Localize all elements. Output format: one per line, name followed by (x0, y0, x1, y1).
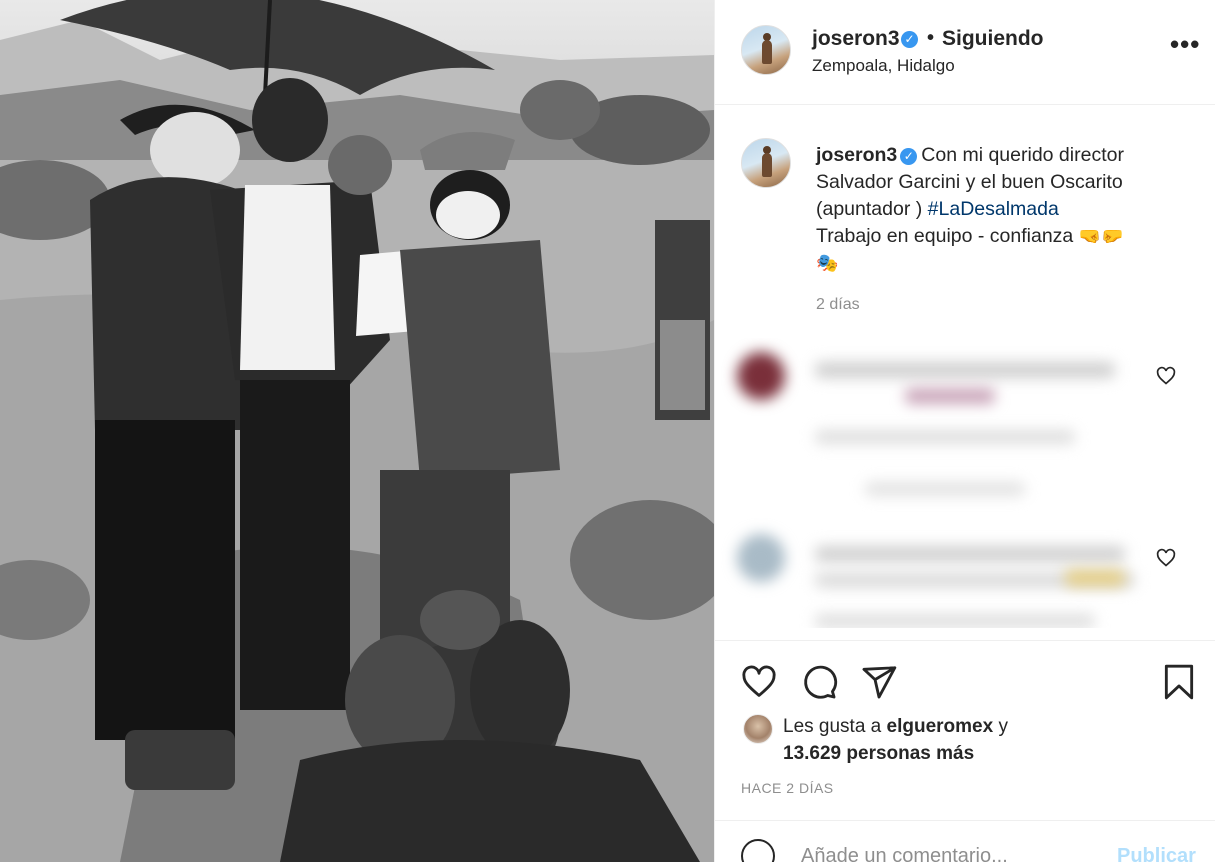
comment-replies-blurred (865, 482, 1025, 496)
more-options-icon[interactable]: ••• (1170, 31, 1200, 57)
verified-badge-icon: ✓ (900, 148, 918, 165)
comment-emoji-blurred (1065, 570, 1125, 586)
masks-emoji: 🎭 (816, 253, 839, 274)
header-separator: • (927, 27, 935, 49)
comment-avatar[interactable] (737, 352, 785, 400)
caption-author-avatar[interactable] (741, 138, 791, 188)
author-username[interactable]: joseron3 (812, 27, 900, 51)
post-location[interactable]: Zempoala, Hidalgo (812, 56, 955, 76)
verified-badge-icon: ✓ (901, 31, 918, 48)
post-header: joseron3 ✓ • Siguiendo Zempoala, Hidalgo… (715, 0, 1215, 105)
comment-meta-blurred (815, 614, 1095, 628)
comment-text-blurred (815, 362, 1115, 378)
post-timestamp[interactable]: HACE 2 DÍAS (741, 780, 834, 796)
caption-hashtag[interactable]: #LaDesalmada (928, 198, 1059, 220)
avatar-figure-body (762, 153, 772, 177)
avatar-figure-body (762, 40, 772, 64)
following-button[interactable]: Siguiendo (942, 27, 1044, 51)
comment-input[interactable] (801, 845, 1091, 862)
likes-summary: Les gusta a elgueromex y (783, 716, 1008, 738)
bookmark-icon[interactable] (1160, 663, 1198, 701)
author-avatar[interactable] (741, 25, 791, 75)
comment-icon[interactable] (800, 663, 838, 701)
fist-bump-emoji: 🤜🤛 (1078, 226, 1124, 247)
comment-text-blurred (905, 388, 995, 404)
caption-body-line2: Trabajo en equipo - confianza (816, 225, 1074, 247)
comment-avatar[interactable] (737, 534, 785, 582)
comment-text-blurred (815, 546, 1125, 562)
comment-meta-blurred (815, 430, 1075, 444)
likes-suffix: y (993, 716, 1008, 737)
emoji-picker-icon[interactable] (741, 839, 775, 862)
caption-timestamp[interactable]: 2 días (816, 296, 860, 314)
comments-list (715, 338, 1215, 628)
caption-text: joseron3 ✓ Con mi querido director Salvado… (816, 142, 1176, 277)
comment-form: Publicar (715, 820, 1215, 862)
liker-username[interactable]: elgueromex (887, 716, 994, 737)
publish-button[interactable]: Publicar (1117, 845, 1196, 862)
post-photo[interactable] (0, 0, 714, 862)
heart-icon[interactable] (740, 663, 778, 701)
post-actions: Les gusta a elgueromex y 13.629 personas… (715, 640, 1215, 820)
photo-scene (0, 0, 714, 862)
caption-username[interactable]: joseron3 (816, 144, 897, 166)
liker-avatar[interactable] (743, 714, 773, 744)
share-icon[interactable] (860, 663, 898, 701)
comment-like-heart-icon[interactable] (1156, 366, 1176, 386)
comment-like-heart-icon[interactable] (1156, 548, 1176, 568)
post-side-panel: joseron3 ✓ • Siguiendo Zempoala, Hidalgo… (714, 0, 1215, 862)
post-caption: joseron3 ✓ Con mi querido director Salvado… (715, 106, 1215, 336)
likes-count[interactable]: 13.629 personas más (783, 743, 974, 765)
likes-prefix: Les gusta a (783, 716, 887, 737)
